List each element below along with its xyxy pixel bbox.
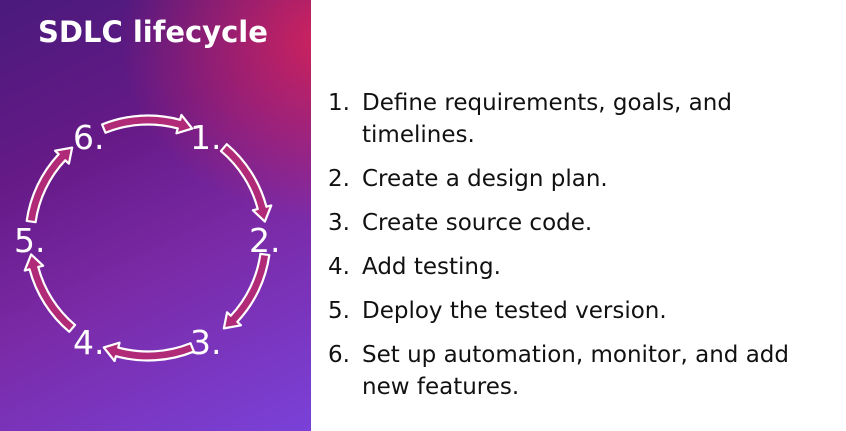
step-number: 5. — [328, 298, 350, 324]
cycle-label-1: 1. — [190, 118, 222, 157]
step-number: 3. — [328, 210, 350, 236]
left-panel: SDLC lifecycle 1. 2. 3. 4. 5. 6. — [0, 0, 311, 431]
steps-list: 1. Define requirements, goals, and timel… — [328, 87, 828, 415]
cycle-label-3: 3. — [190, 323, 222, 362]
step-text: Define requirements, goals, and timeline… — [362, 90, 732, 148]
step-number: 1. — [328, 90, 350, 116]
cycle-label-6: 6. — [73, 118, 105, 157]
step-number: 6. — [328, 342, 350, 368]
step-number: 2. — [328, 166, 350, 192]
step-text: Deploy the tested version. — [362, 298, 667, 324]
step-item: 6. Set up automation, monitor, and add n… — [328, 339, 828, 403]
step-item: 5. Deploy the tested version. — [328, 295, 828, 327]
arrow-5-to-6 — [25, 146, 74, 224]
cycle-label-5: 5. — [14, 221, 46, 260]
step-text: Set up automation, monitor, and add new … — [362, 342, 789, 400]
arrow-2-to-3 — [222, 252, 271, 330]
cycle-label-2: 2. — [249, 221, 281, 260]
cycle-diagram — [23, 113, 273, 363]
step-item: 4. Add testing. — [328, 251, 828, 283]
step-text: Create source code. — [362, 210, 593, 236]
arrow-1-to-2 — [219, 143, 273, 223]
step-number: 4. — [328, 254, 350, 280]
cycle-label-4: 4. — [73, 323, 105, 362]
step-item: 2. Create a design plan. — [328, 163, 828, 195]
step-text: Create a design plan. — [362, 166, 608, 192]
step-item: 3. Create source code. — [328, 207, 828, 239]
step-item: 1. Define requirements, goals, and timel… — [328, 87, 828, 151]
arrow-3-to-4 — [102, 341, 195, 363]
step-text: Add testing. — [362, 254, 501, 280]
arrow-6-to-1 — [101, 113, 194, 135]
arrow-4-to-5 — [23, 253, 77, 333]
